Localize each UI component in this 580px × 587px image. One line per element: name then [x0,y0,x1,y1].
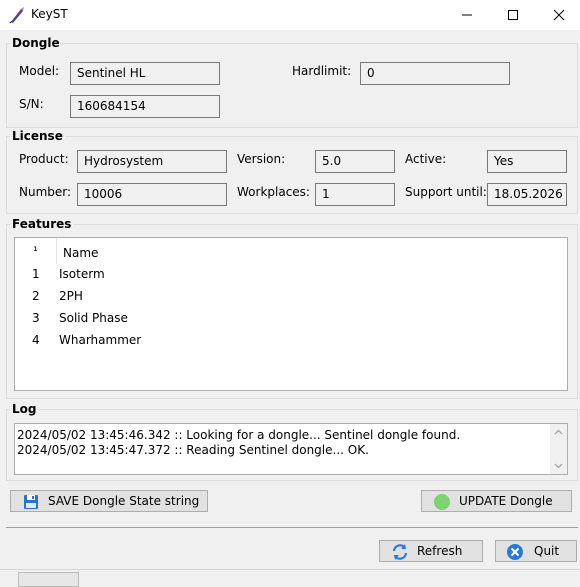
license-legend: License [12,129,63,143]
version-field[interactable]: 5.0 [315,150,395,173]
feature-name: Solid Phase [59,311,128,325]
log-scrollbar[interactable] [550,424,567,474]
green-status-dot-icon [433,493,451,511]
support-until-field[interactable]: 18.05.2026 [487,183,567,206]
feature-name: 2PH [59,289,83,303]
feature-number: 3 [32,311,40,325]
close-circle-icon [506,543,524,561]
separator [6,527,578,528]
title-bar: KeyST [0,0,580,30]
feature-number: 4 [32,333,40,347]
list-item[interactable]: 1 Isoterm [15,264,567,286]
log-line: 2024/05/02 13:45:47.372 :: Reading Senti… [17,443,369,457]
maximize-button[interactable] [490,0,536,30]
number-field[interactable]: 10006 [77,183,227,206]
close-window-button[interactable] [536,0,580,30]
log-textarea[interactable]: 2024/05/02 13:45:46.342 :: Looking for a… [14,423,568,475]
quit-button-label: Quit [534,544,560,558]
refresh-arrows-icon [391,543,409,561]
quill-pen-icon [8,6,26,24]
workplaces-field[interactable]: 1 [315,183,395,206]
sn-field[interactable]: 160684154 [70,95,220,118]
scroll-up-icon [554,429,563,435]
save-dongle-state-button[interactable]: SAVE Dongle State string [10,490,208,512]
status-bar [0,569,580,587]
maximize-icon [508,10,518,20]
quit-button[interactable]: Quit [495,540,577,562]
log-legend: Log [12,402,37,416]
feature-name: Wharhammer [59,333,142,347]
update-button-label: UPDATE Dongle [459,494,553,508]
version-label: Version: [237,152,286,166]
column-header-name[interactable]: Name [56,238,568,264]
close-icon [553,9,565,21]
dongle-legend: Dongle [12,36,60,50]
model-label: Model: [19,64,60,78]
active-field[interactable]: Yes [487,150,567,173]
column-header-number[interactable]: ¹ [15,238,56,264]
list-item[interactable]: 3 Solid Phase [15,308,567,330]
product-field[interactable]: Hydrosystem [77,150,227,173]
workplaces-label: Workplaces: [237,185,310,199]
hardlimit-field[interactable]: 0 [360,62,510,85]
minimize-icon [462,14,472,16]
scroll-down-icon [554,463,563,469]
save-button-label: SAVE Dongle State string [48,494,200,508]
minimize-button[interactable] [444,0,490,30]
update-dongle-button[interactable]: UPDATE Dongle [421,490,572,512]
window-title: KeyST [31,7,68,21]
model-field[interactable]: Sentinel HL [70,62,220,85]
list-item[interactable]: 4 Wharhammer [15,330,567,352]
status-panel [18,572,79,587]
list-item[interactable]: 2 2PH [15,286,567,308]
features-list[interactable]: ¹ Name 1 Isoterm 2 2PH 3 Solid Phase 4 W… [14,237,568,391]
feature-number: 1 [32,267,40,281]
floppy-disk-icon [22,493,40,511]
hardlimit-label: Hardlimit: [292,64,352,78]
active-label: Active: [405,152,447,166]
log-line: 2024/05/02 13:45:46.342 :: Looking for a… [17,428,461,442]
refresh-button[interactable]: Refresh [379,540,483,562]
feature-number: 2 [32,289,40,303]
sn-label: S/N: [19,97,44,111]
refresh-button-label: Refresh [417,544,463,558]
feature-name: Isoterm [59,267,105,281]
number-label: Number: [19,185,72,199]
support-until-label: Support until: [405,185,487,199]
product-label: Product: [19,152,69,166]
features-legend: Features [12,217,72,231]
